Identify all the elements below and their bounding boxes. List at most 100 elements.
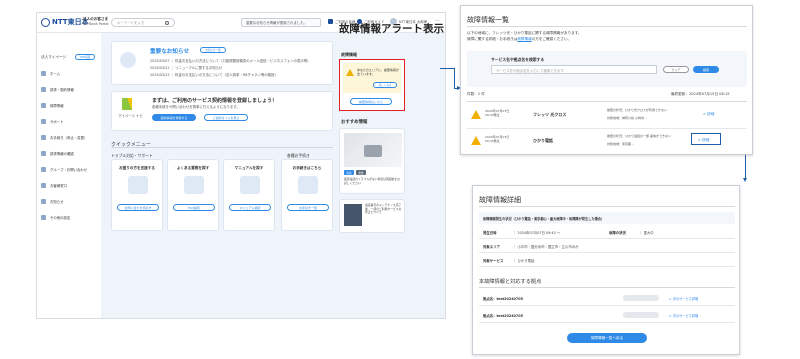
fault-list-panel: 故障情報一覧 以下の地域に、フレッツ光・ひかり電話に関する故障情報があります。 …	[460, 5, 753, 155]
news-icon	[41, 199, 46, 204]
building-icon	[328, 19, 333, 24]
fault-row-service: フレッツ 光クロス	[533, 112, 567, 117]
recommend-heading: おすすめ情報	[341, 120, 368, 125]
fault-detail-subtitle: 故障情報発生の状況（ひかり電話・東京都心・重大故障中・故障障が発生した場合）	[483, 217, 605, 221]
search-icon[interactable]	[165, 21, 169, 25]
sidebar-item-label: 請求・契約情報	[50, 88, 74, 92]
fault-alert-detail-link[interactable]: 詳しくみる	[373, 82, 397, 88]
fault-alert-banner[interactable]: あなたのエリアに、故障情報が出ています。 詳しくみる	[343, 63, 401, 93]
sidebar-item-news[interactable]: お知らせ	[41, 199, 64, 204]
notice-bar[interactable]: 重要なお知らせ情報が更新されました。	[241, 18, 321, 27]
sidebar-item-label: お客様窓口	[50, 184, 67, 188]
contract-guide-button[interactable]: ご契約ガイドを見る	[204, 114, 248, 121]
sidebar-item-settings[interactable]: その他の設定	[41, 215, 70, 220]
sidebar-item-invoice[interactable]: 請求情報の確認	[41, 151, 74, 156]
notice-line-3[interactable]: 2025/03/22 ｜ 料金のお支払いの方法について（法人請求・RBチャネン等…	[150, 73, 330, 77]
quick-item-button[interactable]: マニュアル検索	[229, 204, 271, 211]
important-tag: 重要	[356, 170, 366, 175]
ntt-logo[interactable]: NTT東日本	[41, 17, 89, 27]
detail-value: ｜ ひかり電話	[513, 259, 535, 263]
biz-subtitle: Biz Bank Portal	[83, 22, 109, 26]
detail-value: ｜ 2024年07月07日 09:43 〜	[513, 231, 561, 235]
clear-button[interactable]: クリア	[663, 66, 689, 73]
sidebar-item-support[interactable]: サポート	[41, 119, 64, 124]
register-desc: 各種手続きや問い合わせを簡単に行えるようになります。	[152, 105, 240, 109]
fault-row-area: 対象地域：神奈川県 川崎市…	[607, 116, 647, 120]
sidebar-item-home[interactable]: ホーム	[41, 71, 60, 76]
recommend-card-2[interactable]: 電話番号のメンテナンス完了後、一部のご利用サービスの停止について	[339, 199, 405, 233]
notice-title: 重要なお知らせ	[150, 49, 190, 55]
detail-value-text: ひかり電話	[517, 259, 535, 263]
site-link-text: 次のサービス詳細	[672, 314, 699, 318]
fault-row-date: 2024年07月07日 09:43発生	[485, 109, 510, 117]
quick-item-manual[interactable]: マニュアルを探す マニュアル検索	[223, 159, 275, 231]
sidebar-item-contact[interactable]: お客様窓口	[41, 183, 67, 188]
site-detail-link[interactable]: > 次のサービス詳細	[669, 313, 698, 318]
register-contract-button[interactable]: 契約情報を登録する	[152, 114, 196, 121]
mypage-title: 法人マイページ	[41, 55, 67, 59]
fault-search-placeholder: サービス名や拠点名を入力して検索できます	[496, 69, 564, 74]
fault-list-intro-1: 以下の地域に、フレッツ光・ひかり電話に関する故障情報があります。	[467, 31, 582, 35]
notice-line-2[interactable]: 2025/03/22 ｜ リニューアルに関するお知らせ	[150, 66, 330, 70]
sidebar-item-label: 故障情報	[50, 104, 64, 108]
fault-list-intro-2: 故障に関する詳細・お手続きは故障情報の方をご確認ください。	[467, 37, 571, 42]
quick-item-faq[interactable]: よくある質問を探す FAQ検索	[167, 159, 219, 231]
recommend-card-1[interactable]: 新着 重要 固定電話のトラブルがない場合は再起動をお試しください	[339, 128, 405, 194]
portal-screenshot: NTT東日本 法人のお客さま Biz Bank Portal キーワードを入力 …	[36, 12, 446, 319]
detail-row-area: 対象エリア ｜ 小平市・国分寺市・国立市・立川市ほか	[479, 240, 735, 253]
quick-item-title: マニュアルを探す	[234, 166, 264, 170]
divider	[479, 206, 735, 207]
fault-detail-title: 故障情報詳細	[479, 196, 521, 204]
sidebar-item-label: 請求情報の確認	[50, 152, 74, 156]
site-row-2[interactable]: 拠点名：test20240705 > 次のサービス詳細	[479, 308, 735, 323]
detail-label: 発生日時	[483, 231, 497, 235]
search-button[interactable]: 検索	[693, 66, 719, 73]
back-to-list-button[interactable]: 故障情報一覧へ戻る	[567, 333, 647, 343]
sidebar-item-label: お知らせ	[50, 200, 64, 204]
site-detail-link[interactable]: > 次のサービス詳細	[669, 296, 698, 301]
sidebar-item-billing[interactable]: 請求・契約情報	[41, 87, 74, 92]
fault-row-2[interactable]: 2024年07月07日 09:43発生 ひかり電話 故障の状況：ひかり電話の一部…	[467, 129, 747, 153]
sidebar-item-group[interactable]: グループ・お問い合わせ	[41, 167, 87, 172]
search-placeholder: キーワードを入力	[117, 21, 145, 26]
notice-list-badge[interactable]: お知らせ一覧	[200, 47, 226, 53]
warning-icon	[346, 69, 354, 76]
quick-item-button[interactable]: お手続き一覧	[287, 204, 329, 211]
quick-menu-grid: お困りの方を支援する お問い合わせ手続き よくある質問を探す FAQ検索 マニュ…	[111, 159, 333, 231]
settings-icon	[41, 215, 46, 220]
fault-row-area: 対象地域：東京都…	[607, 142, 635, 146]
mypage-top-badge[interactable]: TOP画面	[75, 54, 95, 60]
home-icon	[41, 71, 46, 76]
fault-icon	[41, 103, 46, 108]
detail-link-text: 詳細	[702, 137, 710, 142]
quick-item-support[interactable]: お困りの方を支援する お問い合わせ手続き	[111, 159, 163, 231]
fault-updated: 最終更新：2024年07月15日 06:15	[671, 92, 730, 96]
procedures-icon	[41, 135, 46, 140]
site-row-1[interactable]: 拠点名：test20240705 > 次のサービス詳細	[479, 291, 735, 306]
fault-row-detail-link[interactable]: > 詳細	[703, 112, 714, 117]
fault-row-service: ひかり電話	[533, 138, 553, 143]
intro-text: 故障に関する詳細・お手続きは	[467, 37, 518, 41]
group-icon	[41, 167, 46, 172]
fault-search-box: サービス名や拠点名を検索する サービス名や拠点名を入力して検索できます クリア …	[467, 51, 747, 87]
quick-item-button[interactable]: お問い合わせ手続き	[117, 204, 159, 211]
register-card: マイページ ナビ まずは、ご利用のサービス契約情報を登録しましょう！ 各種手続き…	[111, 91, 333, 131]
fault-info-link[interactable]: 故障情報	[517, 37, 531, 41]
intro-text: の方をご確認ください。	[531, 37, 572, 41]
quick-item-title: お手続きはこちら	[292, 166, 322, 170]
quick-item-procedure[interactable]: お手続きはこちら お手続き一覧	[281, 159, 333, 231]
sidebar-item-label: サポート	[50, 120, 64, 124]
fault-row-1[interactable]: 2024年07月07日 09:43発生 フレッツ 光クロス 故障の状況：ひかり光…	[467, 102, 747, 128]
phone-photo	[344, 133, 402, 167]
fault-row-detail-link[interactable]: > 詳細	[691, 133, 721, 145]
site-link-text: 次のサービス詳細	[672, 297, 699, 301]
search-input[interactable]: キーワードを入力	[111, 18, 175, 27]
detail-label: 対象サービス	[483, 259, 504, 263]
sidebar-item-fault[interactable]: 故障情報	[41, 103, 64, 108]
fault-info-button[interactable]: 故障情報はこちら	[350, 98, 392, 105]
sidebar-item-procedures[interactable]: お手続き（申込・変更）	[41, 135, 87, 140]
notice-line-1[interactable]: 2025/03/07 ｜ 料金お支払いの方法について（口座振替依頼書のメール送信…	[150, 59, 330, 63]
new-tag: 新着	[344, 170, 354, 175]
fault-search-input[interactable]: サービス名や拠点名を入力して検索できます	[491, 65, 657, 74]
quick-item-button[interactable]: FAQ検索	[173, 204, 215, 211]
